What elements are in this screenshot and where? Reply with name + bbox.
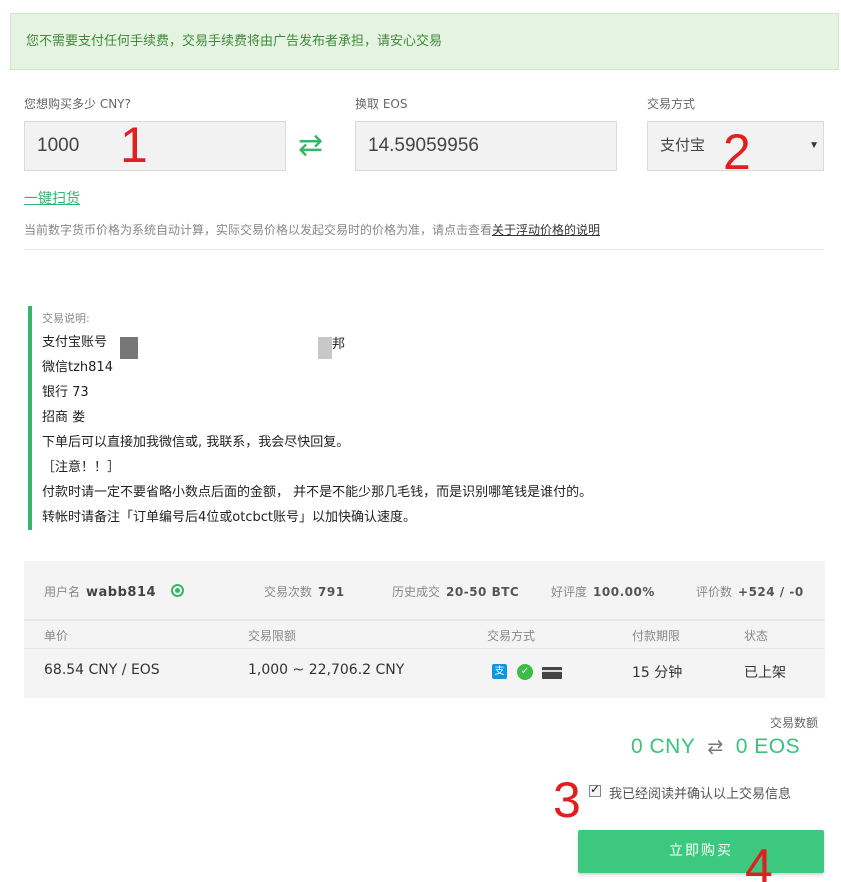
annotation-marker-1: 1	[120, 117, 148, 173]
total-amount: 0 CNY ⇄ 0 EOS	[631, 735, 800, 759]
username-label: 用户名	[44, 585, 81, 599]
rating-value: 100.00%	[593, 585, 655, 599]
description-line: 银行 73	[42, 385, 89, 400]
price-tip-text: 当前数字货币价格为系统自动计算，实际交易价格以发起交易时的价格为准，请点击查看	[24, 223, 493, 237]
table-header: 付款期限	[632, 629, 681, 643]
rating-cell: 好评度 100.00%	[551, 583, 655, 600]
payment-method-value: 支付宝	[660, 137, 706, 154]
cny-amount-input[interactable]: 1000	[24, 121, 286, 171]
rating-label: 好评度	[551, 585, 588, 599]
floating-price-link[interactable]: 关于浮动价格的说明	[492, 223, 600, 237]
payment-period: 15 分钟	[632, 665, 683, 681]
description-line: 支付宝账号	[42, 335, 108, 350]
description-line: 微信tzh814	[42, 360, 113, 375]
username-cell: 用户名 wabb814	[44, 583, 156, 600]
total-cny: 0 CNY	[631, 735, 696, 758]
swap-arrows-icon: ⇄	[707, 737, 724, 758]
redaction-block	[120, 337, 138, 359]
total-eos: 0 EOS	[735, 735, 801, 758]
redaction-block	[318, 337, 332, 359]
trade-limit: 1,000 ~ 22,706.2 CNY	[248, 662, 405, 678]
description-line: 付款时请一定不要省略小数点后面的金额， 并不是不能少那几毛钱，而是识别哪笔钱是谁…	[42, 485, 593, 500]
username[interactable]: wabb814	[86, 585, 156, 600]
table-header: 交易方式	[487, 629, 536, 643]
table-header: 状态	[744, 629, 769, 643]
description-line: 招商 娄	[42, 410, 86, 425]
fee-notice-banner: 您不需要支付任何手续费，交易手续费将由广告发布者承担，请安心交易	[10, 13, 839, 70]
history-value: 20-50 BTC	[446, 585, 520, 599]
table-header: 单价	[44, 629, 69, 643]
seller-info-row: 用户名 wabb814 交易次数 791 历史成交 20-50 BTC 好评度 100.…	[24, 561, 825, 621]
eos-amount-label: 换取 EOS	[355, 97, 408, 111]
reviews-cell: 评价数 +524 / -0	[696, 583, 804, 600]
seller-card: 用户名 wabb814 交易次数 791 历史成交 20-50 BTC 好评度 100.…	[24, 561, 825, 698]
verified-icon	[171, 584, 184, 597]
wechat-icon: ✓	[517, 664, 533, 680]
cny-amount-label: 您想购买多少 CNY?	[24, 97, 131, 111]
description-line: 下单后可以直接加我微信或, 我联系，我会尽快回复。	[42, 435, 350, 450]
swap-arrows-icon: ⇄	[298, 128, 324, 163]
description-line: 转帐时请备注「订单编号后4位或otcbct账号」以加快确认速度。	[42, 510, 416, 525]
buy-now-button[interactable]: 立即购买	[578, 830, 824, 873]
price-tip: 当前数字货币价格为系统自动计算，实际交易价格以发起交易时的价格为准，请点击查看关…	[24, 221, 600, 238]
trade-description: 交易说明: 支付宝账号 微信tzh814 银行 73 招商 娄 下单后可以直接加…	[28, 306, 728, 530]
history-label: 历史成交	[392, 585, 441, 599]
annotation-marker-2: 2	[723, 124, 751, 180]
total-label: 交易数额	[770, 716, 819, 730]
caret-down-icon: ▼	[809, 140, 819, 151]
description-title: 交易说明:	[42, 312, 90, 325]
trades-cell: 交易次数 791	[264, 583, 345, 600]
payment-method-label: 交易方式	[647, 97, 696, 111]
table-header: 交易限额	[248, 629, 297, 643]
agree-label[interactable]: 我已经阅读并确认以上交易信息	[589, 783, 791, 802]
eos-amount-input[interactable]: 14.59059956	[355, 121, 617, 171]
description-line: ［注意！！］	[42, 460, 121, 475]
description-line-suffix: 邦	[332, 337, 346, 352]
reviews-value: +524 / -0	[738, 585, 804, 599]
one-click-sweep-link[interactable]: 一键扫货	[24, 188, 80, 208]
annotation-marker-4: 4	[745, 839, 773, 882]
trades-label: 交易次数	[264, 585, 313, 599]
reviews-label: 评价数	[696, 585, 733, 599]
listing-status: 已上架	[744, 665, 786, 681]
bank-card-icon	[542, 667, 562, 679]
unit-price: 68.54 CNY / EOS	[44, 662, 160, 678]
divider	[24, 249, 824, 250]
history-cell: 历史成交 20-50 BTC	[392, 583, 519, 600]
alipay-icon: 支	[492, 664, 507, 679]
table-divider	[24, 648, 825, 649]
trades-value: 791	[318, 585, 345, 599]
annotation-marker-3: 3	[553, 772, 581, 828]
page: 您不需要支付任何手续费，交易手续费将由广告发布者承担，请安心交易 您想购买多少 …	[0, 0, 841, 882]
